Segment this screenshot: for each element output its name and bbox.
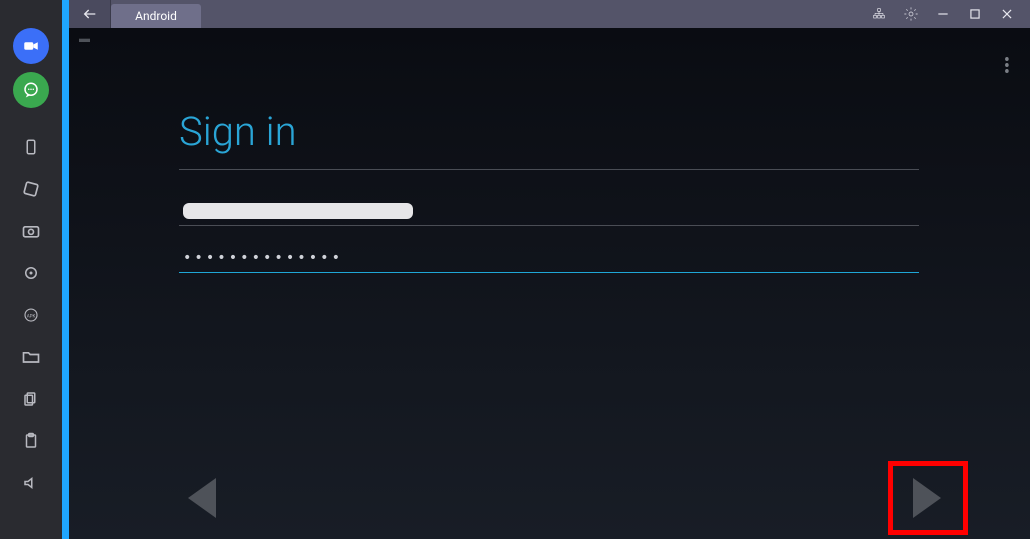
maximize-button[interactable]	[966, 5, 984, 23]
tab-label: Android	[135, 9, 177, 23]
phone-icon[interactable]	[14, 130, 48, 164]
minimize-button[interactable]	[934, 5, 952, 23]
left-sidebar: APK	[0, 0, 62, 539]
camcorder-icon[interactable]	[13, 28, 49, 64]
email-field[interactable]	[179, 194, 919, 226]
main-area: Android ▬ ••• Sign in	[69, 0, 1030, 539]
signin-block: Sign in	[179, 108, 919, 291]
nav-prev[interactable]	[179, 475, 225, 521]
overflow-menu-icon[interactable]: •••	[1004, 58, 1012, 76]
paste-icon[interactable]	[14, 424, 48, 458]
signin-title: Sign in	[179, 108, 919, 155]
network-icon[interactable]	[870, 5, 888, 23]
camera-icon[interactable]	[14, 214, 48, 248]
title-rule	[179, 169, 919, 170]
chat-icon[interactable]	[13, 72, 49, 108]
copy-icon[interactable]	[14, 382, 48, 416]
content: ▬ ••• Sign in	[69, 28, 1030, 539]
back-button[interactable]	[69, 0, 111, 28]
accent-bar	[62, 0, 69, 539]
status-strip: ▬	[79, 32, 91, 45]
apk-icon[interactable]: APK	[14, 298, 48, 332]
window-controls	[870, 0, 1030, 28]
tab-android[interactable]: Android	[111, 4, 201, 28]
volume-icon[interactable]	[14, 466, 48, 500]
folder-icon[interactable]	[14, 340, 48, 374]
svg-text:APK: APK	[27, 313, 36, 319]
password-field[interactable]	[179, 244, 919, 273]
location-icon[interactable]	[14, 256, 48, 290]
nav-next[interactable]	[904, 475, 950, 521]
close-button[interactable]	[998, 5, 1016, 23]
titlebar: Android	[69, 0, 1030, 28]
arrow-prev-icon	[188, 478, 216, 518]
arrow-next-icon	[913, 478, 941, 518]
email-redacted	[183, 203, 413, 219]
gear-icon[interactable]	[902, 5, 920, 23]
rotate-icon[interactable]	[14, 172, 48, 206]
